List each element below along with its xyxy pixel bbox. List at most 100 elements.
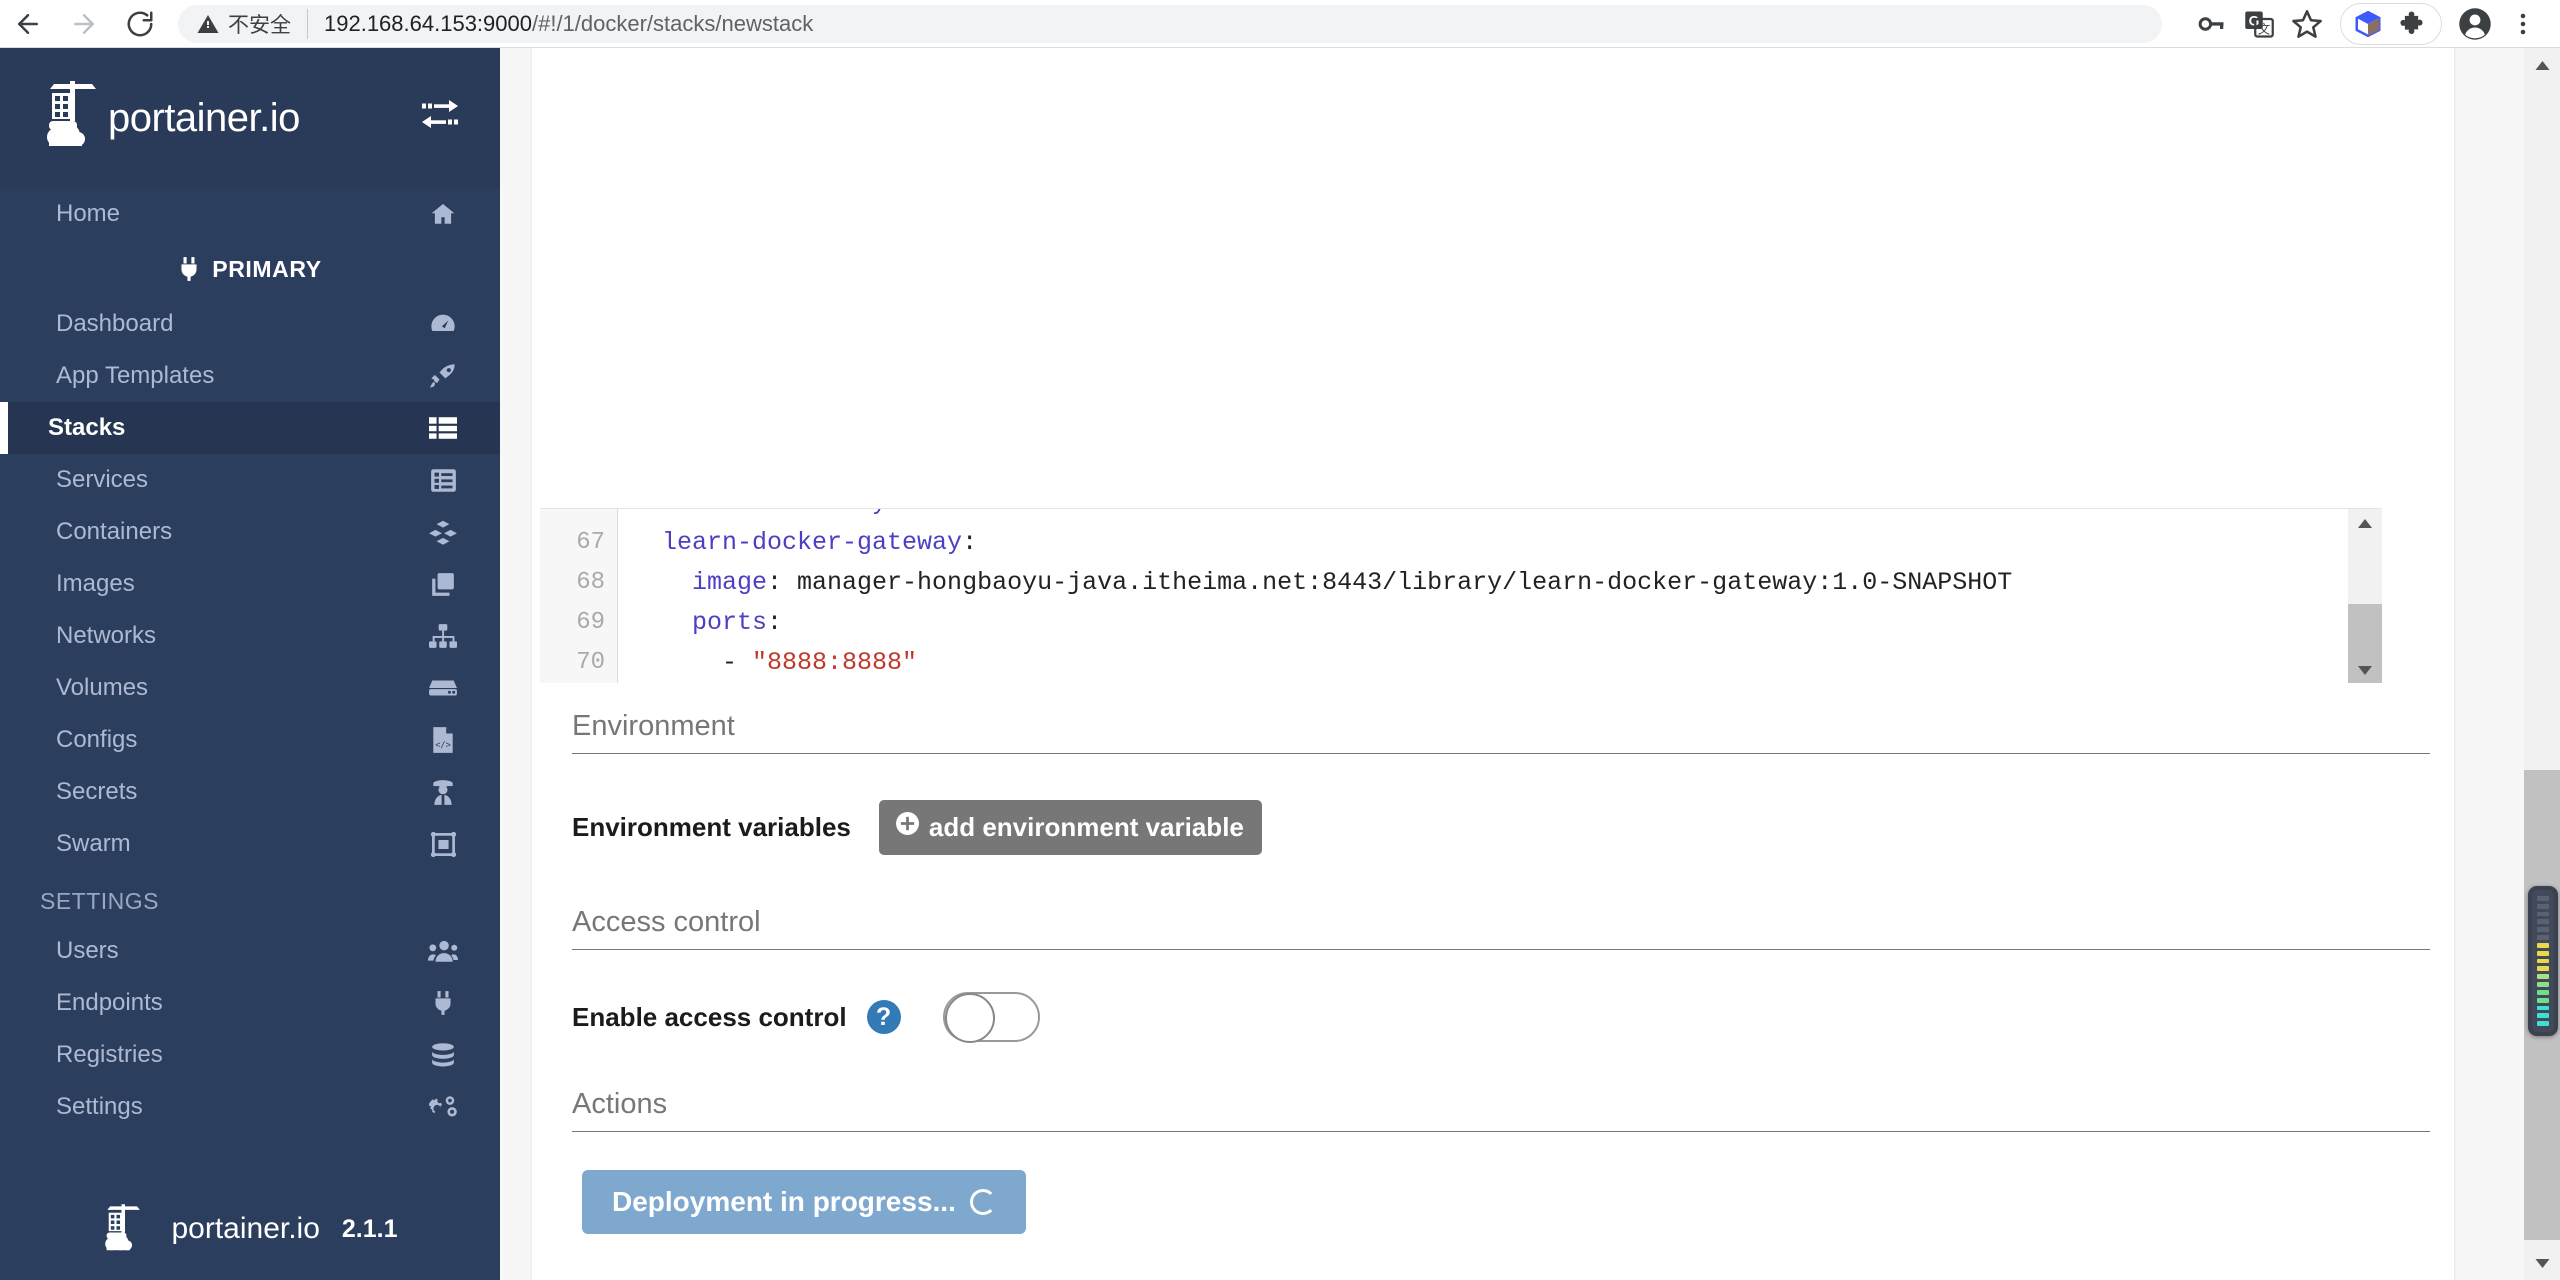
sidebar-item-label: Dashboard bbox=[56, 310, 426, 338]
code-line[interactable]: delay: 5s bbox=[632, 508, 2382, 523]
sidebar-item-endpoints[interactable]: Endpoints bbox=[0, 977, 500, 1029]
sidebar-item-networks[interactable]: Networks bbox=[0, 610, 500, 662]
editor-scrollbar-track[interactable] bbox=[2348, 509, 2382, 683]
sidebar-item-label: Swarm bbox=[56, 830, 426, 858]
editor-scroll-down-arrow[interactable] bbox=[2348, 656, 2382, 683]
level-meter-segment bbox=[2537, 951, 2549, 956]
translate-button[interactable]: G文 bbox=[2236, 1, 2282, 47]
editor-scroll-up-arrow[interactable] bbox=[2348, 509, 2382, 537]
extensions-button[interactable] bbox=[2391, 1, 2437, 47]
sidebar-item-label: Home bbox=[56, 200, 426, 228]
sidebar-item-settings[interactable]: Settings bbox=[0, 1081, 500, 1133]
level-meter-segment bbox=[2537, 943, 2549, 948]
line-number: 66 bbox=[540, 508, 617, 523]
toggle-knob[interactable] bbox=[945, 993, 995, 1043]
cube-extension-button[interactable] bbox=[2345, 1, 2391, 47]
page-scroll-down-arrow[interactable] bbox=[2524, 1246, 2560, 1280]
browser-toolbar: 不安全 192.168.64.153:9000/#!/1/docker/stac… bbox=[0, 0, 2560, 48]
active-endpoint: PRIMARY bbox=[0, 240, 500, 298]
swarm-icon bbox=[426, 831, 460, 858]
sidebar-item-label: Users bbox=[56, 937, 426, 965]
enable-access-control-row: Enable access control ? bbox=[572, 992, 1040, 1042]
compose-editor[interactable]: 666768697071727374757677787980 delay: 5s… bbox=[500, 508, 2422, 683]
code-area[interactable]: delay: 5s learn-docker-gateway: image: m… bbox=[618, 508, 2382, 683]
code-line[interactable]: learn-docker-gateway: bbox=[632, 523, 2382, 563]
url-path: /#!/1/docker/stacks/newstack bbox=[532, 11, 813, 36]
sidebar-brand[interactable]: portainer.io bbox=[0, 48, 500, 188]
sidebar-item-containers[interactable]: Containers bbox=[0, 506, 500, 558]
code-line[interactable]: - "8888:8888" bbox=[632, 643, 2382, 683]
password-manager-button[interactable] bbox=[2188, 1, 2234, 47]
sidebar-item-dashboard[interactable]: Dashboard bbox=[0, 298, 500, 350]
page-scroll-up-arrow[interactable] bbox=[2524, 48, 2560, 82]
level-meter-segment bbox=[2537, 919, 2549, 924]
sidebar-item-volumes[interactable]: Volumes bbox=[0, 662, 500, 714]
sidebar-item-stacks[interactable]: Stacks bbox=[0, 402, 500, 454]
environment-variables-row: Environment variables add environment va… bbox=[572, 800, 1262, 855]
sidebar-item-label: Volumes bbox=[56, 674, 426, 702]
line-number: 70 bbox=[540, 643, 617, 683]
level-meter-widget[interactable] bbox=[2528, 886, 2558, 1036]
environment-section: Environment bbox=[572, 710, 2430, 754]
level-meter-segment bbox=[2537, 1006, 2549, 1011]
sidebar-item-swarm[interactable]: Swarm bbox=[0, 818, 500, 870]
secrets-icon bbox=[426, 778, 460, 806]
enable-access-control-label: Enable access control bbox=[572, 1002, 847, 1033]
sidebar-item-registries[interactable]: Registries bbox=[0, 1029, 500, 1081]
bookmark-button[interactable] bbox=[2284, 1, 2330, 47]
level-meter-segment bbox=[2537, 904, 2549, 909]
sidebar-item-label: Registries bbox=[56, 1041, 426, 1069]
url-text[interactable]: 192.168.64.153:9000/#!/1/docker/stacks/n… bbox=[308, 11, 813, 37]
code-line[interactable]: ports: bbox=[632, 603, 2382, 643]
address-bar[interactable]: 不安全 192.168.64.153:9000/#!/1/docker/stac… bbox=[178, 5, 2162, 43]
sidebar-item-label: App Templates bbox=[56, 362, 426, 390]
security-chip[interactable]: 不安全 bbox=[196, 9, 308, 39]
forward-button[interactable] bbox=[56, 0, 112, 48]
back-button[interactable] bbox=[0, 0, 56, 48]
triangle-up-icon bbox=[2357, 518, 2373, 529]
reload-button[interactable] bbox=[112, 0, 168, 48]
environment-variables-label: Environment variables bbox=[572, 812, 851, 843]
sidebar-item-label: Endpoints bbox=[56, 989, 426, 1017]
triangle-down-icon bbox=[2534, 1258, 2551, 1269]
add-environment-variable-button[interactable]: add environment variable bbox=[879, 800, 1262, 855]
sidebar: portainer.io Home PRIMARY bbox=[0, 48, 500, 1280]
access-control-heading: Access control bbox=[572, 906, 2430, 950]
sidebar-item-users[interactable]: Users bbox=[0, 925, 500, 977]
editor-box[interactable]: 666768697071727374757677787980 delay: 5s… bbox=[540, 508, 2382, 683]
question-mark-icon[interactable]: ? bbox=[867, 1000, 901, 1034]
sidebar-item-app-templates[interactable]: App Templates bbox=[0, 350, 500, 402]
deploy-button-label: Deployment in progress... bbox=[612, 1186, 956, 1218]
profile-button[interactable] bbox=[2452, 1, 2498, 47]
access-control-section: Access control bbox=[572, 906, 2430, 950]
code-line[interactable]: image: manager-hongbaoyu-java.itheima.ne… bbox=[632, 563, 2382, 603]
level-meter-segment bbox=[2537, 927, 2549, 932]
back-arrow-icon bbox=[13, 9, 43, 39]
chrome-menu-button[interactable] bbox=[2500, 1, 2546, 47]
sidebar-collapse-toggle[interactable] bbox=[420, 99, 460, 138]
sidebar-item-label: Networks bbox=[56, 622, 426, 650]
cube-icon bbox=[2353, 9, 2383, 39]
rocket-icon bbox=[426, 362, 460, 390]
sidebar-item-label: Stacks bbox=[48, 414, 426, 442]
enable-access-control-toggle[interactable] bbox=[943, 992, 1040, 1042]
plus-circle-icon bbox=[895, 811, 920, 843]
level-meter-segment bbox=[2537, 935, 2549, 940]
sidebar-item-secrets[interactable]: Secrets bbox=[0, 766, 500, 818]
puzzle-piece-icon bbox=[2399, 9, 2429, 39]
line-number: 69 bbox=[540, 603, 617, 643]
page-scrollbar-track[interactable] bbox=[2524, 48, 2560, 1280]
version-label: 2.1.1 bbox=[342, 1215, 398, 1244]
url-host: 192.168.64.153:9000 bbox=[324, 11, 532, 36]
forward-arrow-icon bbox=[69, 9, 99, 39]
translate-icon: G文 bbox=[2244, 9, 2274, 39]
images-icon bbox=[426, 571, 460, 597]
page-body: portainer.io Home PRIMARY bbox=[0, 48, 2560, 1280]
sidebar-item-home[interactable]: Home bbox=[0, 188, 500, 240]
deploy-stack-button[interactable]: Deployment in progress... bbox=[582, 1170, 1026, 1234]
sidebar-item-configs[interactable]: Configs </> bbox=[0, 714, 500, 766]
level-meter-segment bbox=[2537, 998, 2549, 1003]
containers-icon bbox=[426, 519, 460, 546]
sidebar-item-services[interactable]: Services bbox=[0, 454, 500, 506]
sidebar-item-images[interactable]: Images bbox=[0, 558, 500, 610]
